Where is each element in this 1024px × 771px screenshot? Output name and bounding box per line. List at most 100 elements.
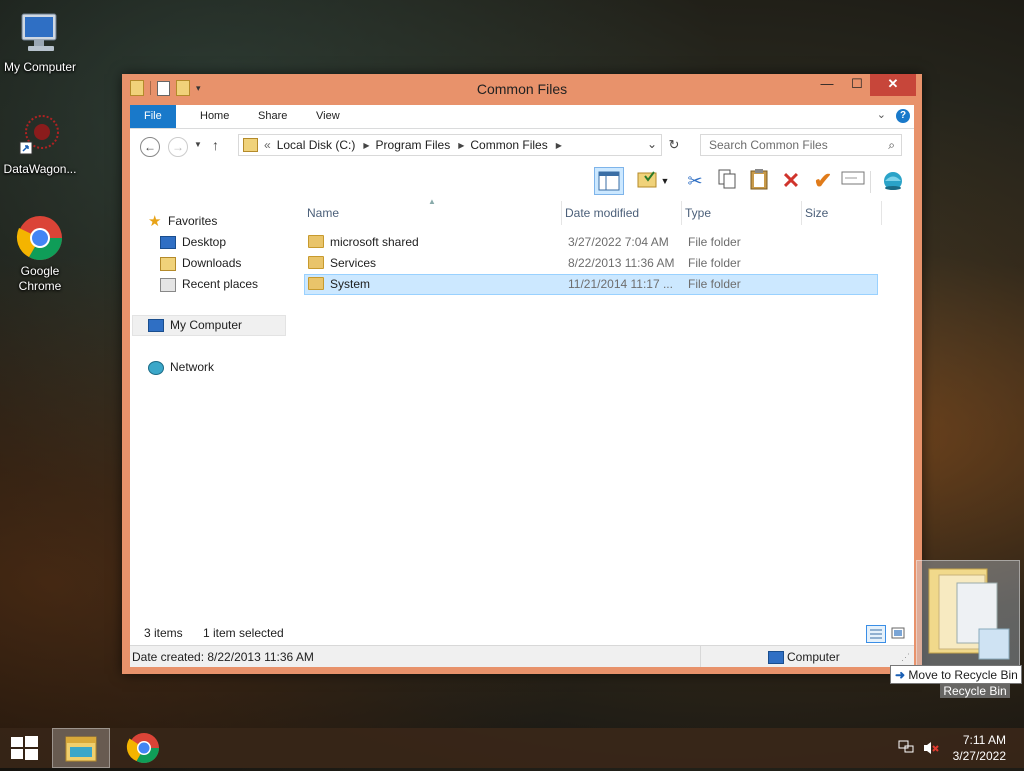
command-toolbar: ▼ ✂ ✕ ✔ — [130, 165, 914, 199]
address-bar[interactable]: « Local Disk (C:) ▶ Program Files ▶ Comm… — [238, 134, 662, 156]
desktop-icon-google-chrome[interactable]: Google Chrome — [0, 214, 80, 294]
folder-icon — [243, 138, 258, 152]
back-button[interactable]: ← — [140, 137, 160, 157]
address-segment-program-files[interactable]: Program Files — [376, 138, 451, 152]
volume-muted-icon[interactable] — [922, 740, 940, 756]
copy-icon[interactable] — [714, 168, 740, 194]
tab-view[interactable]: View — [302, 105, 354, 128]
column-header-date-modified[interactable]: Date modified — [562, 201, 682, 225]
address-dropdown-icon[interactable]: ⌄ — [647, 137, 657, 151]
checkmark-icon[interactable]: ✔ — [810, 168, 836, 194]
tab-share[interactable]: Share — [244, 105, 301, 128]
nav-recent-places-label: Recent places — [182, 277, 259, 291]
row-name: microsoft shared — [330, 235, 419, 249]
search-icon: ⌕ — [888, 138, 895, 152]
forward-button[interactable]: → — [168, 137, 188, 157]
table-row-selected[interactable]: System 11/21/2014 11:17 ... File folder — [304, 274, 878, 295]
nav-my-computer[interactable]: My Computer — [148, 315, 242, 336]
downloads-icon — [160, 256, 176, 271]
row-name: Services — [330, 256, 377, 270]
chevron-right-icon[interactable]: ▶ — [556, 141, 562, 150]
search-placeholder: Search Common Files — [709, 138, 828, 152]
navigation-bar: ← → ▼ ↑ « Local Disk (C:) ▶ Program File… — [130, 129, 914, 165]
row-type: File folder — [688, 256, 741, 270]
desktop-icon-recycle-bin[interactable]: Recycle Bin — [940, 684, 1010, 698]
tab-file[interactable]: File — [130, 105, 176, 128]
folder-options-dropdown-icon[interactable]: ▼ — [658, 168, 672, 194]
maximize-button[interactable]: ☐ — [842, 74, 872, 96]
row-date: 3/27/2022 7:04 AM — [568, 235, 669, 249]
column-header-name[interactable]: Name — [304, 201, 562, 225]
paste-icon[interactable] — [746, 168, 772, 194]
system-clock[interactable]: 7:11 AM 3/27/2022 — [953, 732, 1006, 764]
expand-ribbon-icon[interactable]: ⌄ — [877, 108, 886, 121]
chevron-right-icon[interactable]: ▶ — [363, 141, 369, 150]
resize-grip-icon[interactable]: ⋰ — [901, 652, 910, 663]
minimize-button[interactable]: — — [812, 74, 842, 96]
nav-desktop[interactable]: Desktop — [160, 232, 226, 253]
search-input[interactable]: Search Common Files ⌕ — [700, 134, 902, 156]
preview-pane-icon[interactable] — [594, 167, 624, 195]
taskbar-chrome[interactable] — [120, 728, 168, 768]
start-button[interactable] — [0, 728, 48, 768]
recent-locations-icon[interactable]: ▼ — [194, 140, 202, 149]
large-icons-view-button[interactable] — [890, 625, 908, 643]
folder-icon — [308, 277, 324, 291]
nav-desktop-label: Desktop — [182, 235, 227, 249]
title-bar[interactable]: ▾ Common Files — ☐ ✕ — [122, 74, 922, 104]
rename-icon[interactable] — [840, 168, 866, 194]
nav-favorites[interactable]: ★ Favorites — [148, 211, 217, 232]
table-row[interactable]: Services 8/22/2013 11:36 AM File folder — [304, 253, 878, 274]
taskbar: 7:11 AM 3/27/2022 — [0, 728, 1024, 768]
nav-recent-places[interactable]: Recent places — [160, 274, 258, 295]
computer-icon — [16, 10, 64, 58]
computer-icon — [148, 319, 164, 332]
help-icon[interactable]: ? — [896, 109, 910, 123]
chrome-icon — [16, 214, 64, 262]
datawagon-icon — [16, 112, 64, 160]
column-header-size[interactable]: Size — [802, 201, 882, 225]
nav-downloads[interactable]: Downloads — [160, 253, 241, 274]
ribbon-tabs: File Home Share View ⌄ ? — [130, 105, 914, 129]
desktop-icon-datawagon[interactable]: DataWagon... — [0, 112, 80, 177]
tab-home[interactable]: Home — [186, 105, 243, 128]
desktop-icon — [160, 236, 176, 249]
status-location: Computer — [787, 650, 840, 664]
folder-options-icon[interactable] — [634, 168, 660, 194]
file-list: ▲ Name Date modified Type Size microsoft… — [304, 197, 904, 621]
status-bar: 3 items 1 item selected — [130, 621, 914, 645]
status-divider — [700, 646, 701, 667]
folder-icon — [308, 235, 324, 249]
network-globe-icon[interactable] — [880, 168, 906, 194]
row-date: 11/21/2014 11:17 ... — [568, 277, 673, 291]
explorer-window: ▾ Common Files — ☐ ✕ File Home Share Vie… — [122, 74, 922, 674]
address-overflow[interactable]: « — [264, 138, 271, 152]
close-button[interactable]: ✕ — [870, 74, 916, 96]
drag-tooltip-text: Move to Recycle Bin — [908, 668, 1018, 682]
address-segment-common-files[interactable]: Common Files — [470, 138, 547, 152]
chevron-right-icon[interactable]: ▶ — [458, 141, 464, 150]
network-tray-icon[interactable] — [898, 740, 914, 754]
details-bar: Date created: 8/22/2013 11:36 AM Compute… — [130, 645, 914, 667]
dragged-folder-icon — [928, 568, 1010, 660]
table-row[interactable]: microsoft shared 3/27/2022 7:04 AM File … — [304, 232, 878, 253]
drag-tooltip: ➜ Move to Recycle Bin — [890, 665, 1022, 684]
address-segment-local-disk[interactable]: Local Disk (C:) — [277, 138, 356, 152]
details-view-button[interactable] — [866, 625, 886, 643]
delete-icon[interactable]: ✕ — [778, 168, 804, 194]
nav-network[interactable]: Network — [148, 357, 214, 378]
navigation-pane: ★ Favorites Desktop Downloads Recent pla… — [130, 201, 288, 621]
star-icon: ★ — [148, 212, 162, 230]
row-type: File folder — [688, 277, 741, 291]
row-name: System — [330, 277, 371, 291]
column-header-type[interactable]: Type — [682, 201, 802, 225]
arrow-right-icon: ➜ — [895, 668, 906, 682]
desktop-icon-my-computer[interactable]: My Computer — [0, 10, 80, 75]
taskbar-file-explorer[interactable] — [52, 728, 110, 768]
cut-icon[interactable]: ✂ — [682, 168, 708, 194]
up-button[interactable]: ↑ — [212, 137, 219, 153]
file-explorer-icon — [65, 736, 97, 762]
refresh-icon[interactable]: ↻ — [664, 135, 684, 155]
toolbar-separator — [870, 171, 871, 193]
windows-logo-icon — [11, 736, 38, 760]
